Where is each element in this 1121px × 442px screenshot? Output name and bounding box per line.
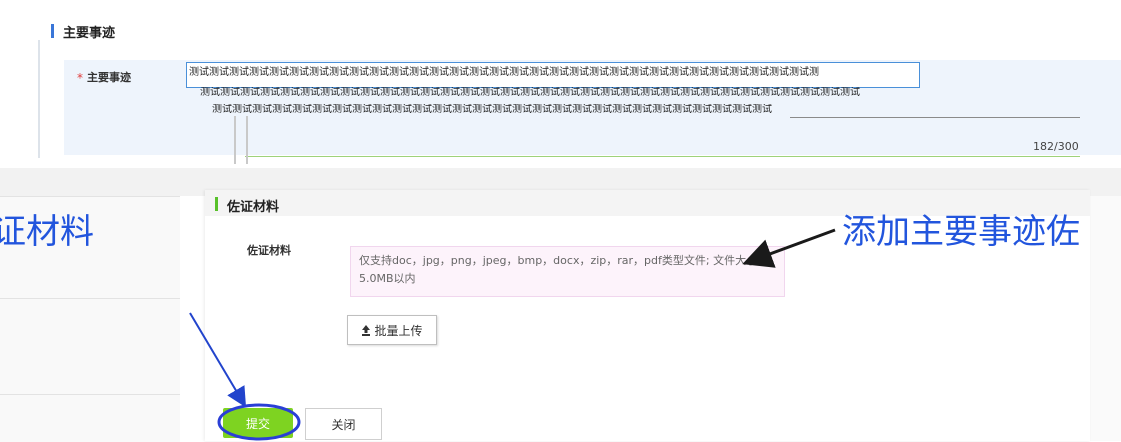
- submit-highlight-ellipse: [217, 403, 301, 441]
- annotation-arrow-right: [742, 228, 836, 268]
- annotation-arrow-left: [189, 312, 247, 408]
- annotation-overlay: [189, 228, 836, 441]
